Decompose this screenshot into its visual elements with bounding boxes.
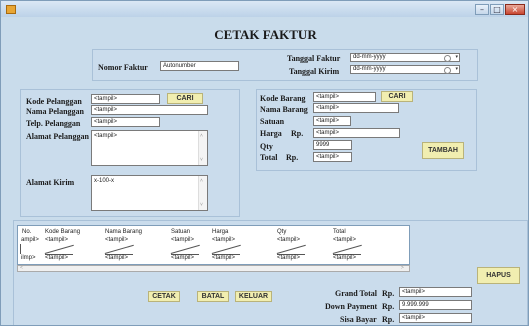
alamat-kirim-textarea[interactable]: x-100-x ˄ ˅ [91, 175, 208, 211]
qty-input[interactable]: 9999 [313, 140, 352, 150]
satuan-label: Satuan [260, 117, 285, 126]
table-cell[interactable]: <tampil> [171, 237, 194, 243]
nama-barang-label: Nama Barang [260, 105, 308, 114]
sisa-bayar-input[interactable]: <tampil> [399, 313, 472, 323]
title-bar: – □ × [1, 1, 528, 17]
column-header[interactable]: No. [22, 229, 31, 235]
kode-barang-label: Kode Barang [260, 94, 306, 103]
down-payment-input[interactable]: 9.999.999 [399, 300, 472, 310]
tanggal-faktur-picker[interactable]: dd-mm-yyyy ▾ [350, 53, 460, 62]
column-header[interactable]: Qty [277, 229, 286, 235]
tanggal-kirim-label: Tanggal Kirim [289, 67, 340, 76]
alamat-kirim-value: x-100-x [94, 178, 115, 184]
row-marker [277, 246, 305, 255]
harga-rp-label: Rp. [291, 129, 304, 138]
sisa-bayar-label: Sisa Bayar [340, 315, 377, 324]
qty-label: Qty [260, 142, 273, 151]
grand-total-rp-label: Rp. [382, 289, 395, 298]
total-label: Total [260, 153, 278, 162]
chevron-down-icon: ▾ [455, 54, 458, 60]
table-cell[interactable]: <tampil> [212, 237, 235, 243]
table-cell[interactable]: <tampil> [212, 255, 235, 261]
app-window: – □ × CETAK FAKTUR Nomor Faktur Autonumb… [0, 0, 529, 326]
row-marker [212, 246, 240, 255]
column-header[interactable]: Total [333, 229, 346, 235]
alamat-pelanggan-textarea[interactable]: <tampil> ˄ ˅ [91, 130, 208, 166]
tanggal-faktur-label: Tanggal Faktur [287, 54, 341, 63]
table-cell[interactable]: ilmp> [21, 255, 36, 261]
page-title: CETAK FAKTUR [214, 27, 317, 42]
table-cell[interactable]: <tampil> [333, 237, 356, 243]
chevron-down-icon: ▾ [455, 66, 458, 72]
scroll-left-icon[interactable]: < [20, 266, 23, 271]
table-cell[interactable]: <tampil> [171, 255, 194, 261]
alamat-pelanggan-value: <tampil> [94, 133, 118, 139]
down-payment-label: Down Payment [325, 302, 378, 311]
tanggal-faktur-value: dd-mm-yyyy [353, 54, 386, 60]
scrollbar[interactable]: ˄ ˅ [198, 131, 207, 165]
total-rp-label: Rp. [286, 153, 299, 162]
table-cell[interactable]: <tampil> [277, 237, 300, 243]
harga-input[interactable]: <tampil> [313, 128, 400, 138]
row-marker [333, 246, 361, 255]
items-table[interactable]: No. Kode Barang Nama Barang Satuan Harga… [17, 225, 410, 265]
table-horizontal-scrollbar[interactable]: < > [17, 265, 410, 272]
app-icon [6, 5, 16, 14]
alamat-pelanggan-label: Alamat Pelanggan [26, 132, 89, 141]
minimize-button[interactable]: – [475, 4, 489, 15]
tanggal-kirim-value: dd-mm-yyyy [353, 66, 386, 72]
nomor-faktur-label: Nomor Faktur [98, 63, 148, 72]
maximize-button[interactable]: □ [490, 4, 504, 15]
column-header[interactable]: Harga [212, 229, 228, 235]
cetak-button[interactable]: CETAK [148, 291, 180, 302]
total-input[interactable]: <tampil> [313, 152, 352, 162]
harga-label: Harga [260, 129, 282, 138]
table-cell[interactable]: ampil> [21, 237, 39, 243]
table-cell[interactable]: <tampil> [105, 237, 128, 243]
cari-pelanggan-button[interactable]: CARI [167, 93, 203, 104]
grand-total-label: Grand Total [335, 289, 378, 298]
calendar-icon [444, 55, 451, 62]
kode-pelanggan-input[interactable]: <tampil> [91, 94, 160, 104]
column-header[interactable]: Kode Barang [45, 229, 80, 235]
kode-barang-input[interactable]: <tampil> [313, 92, 376, 102]
close-button[interactable]: × [505, 4, 525, 15]
table-cell[interactable]: <tampil> [277, 255, 300, 261]
alamat-kirim-label: Alamat Kirim [26, 178, 75, 187]
row-divider [20, 244, 21, 254]
column-header[interactable]: Satuan [171, 229, 190, 235]
batal-button[interactable]: BATAL [197, 291, 229, 302]
tanggal-kirim-picker[interactable]: dd-mm-yyyy ▾ [350, 65, 460, 74]
nama-pelanggan-label: Nama Pelanggan [26, 107, 84, 116]
scrollbar[interactable]: ˄ ˅ [198, 176, 207, 210]
cari-barang-button[interactable]: CARI [381, 91, 413, 102]
telp-pelanggan-label: Telp. Pelanggan [26, 119, 81, 128]
telp-pelanggan-input[interactable]: <tampil> [91, 117, 160, 127]
nama-pelanggan-input[interactable]: <tampil> [91, 105, 208, 115]
grand-total-input[interactable]: <tampil> [399, 287, 472, 297]
keluar-button[interactable]: KELUAR [235, 291, 272, 302]
table-cell[interactable]: <tampil> [45, 237, 68, 243]
row-marker [171, 246, 199, 255]
table-cell[interactable]: <tampil> [333, 255, 356, 261]
scroll-right-icon[interactable]: > [401, 266, 404, 271]
row-marker [45, 246, 73, 255]
tambah-button[interactable]: TAMBAH [422, 142, 464, 159]
calendar-icon [444, 67, 451, 74]
sisa-bayar-rp-label: Rp. [382, 315, 395, 324]
satuan-input[interactable]: <tampil> [313, 116, 351, 126]
nomor-faktur-input[interactable]: Autonumber [160, 61, 239, 71]
nama-barang-input[interactable]: <tampil> [313, 103, 399, 113]
kode-pelanggan-label: Kode Pelanggan [26, 97, 82, 106]
table-cell[interactable]: <tampil> [105, 255, 128, 261]
table-cell[interactable]: <tampil> [45, 255, 68, 261]
row-marker [105, 246, 133, 255]
down-payment-rp-label: Rp. [382, 302, 395, 311]
hapus-button[interactable]: HAPUS [477, 267, 520, 284]
column-header[interactable]: Nama Barang [105, 229, 142, 235]
